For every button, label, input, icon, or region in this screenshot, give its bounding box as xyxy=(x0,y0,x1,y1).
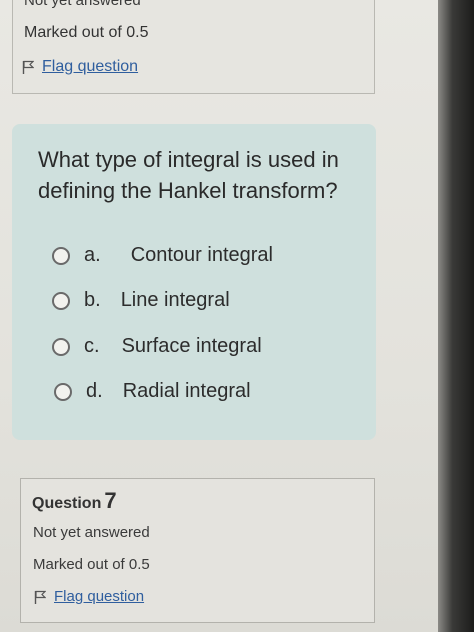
previous-question-marks: Marked out of 0.5 xyxy=(24,24,149,41)
option-text: Surface integral xyxy=(121,335,262,357)
radio-button-icon[interactable] xyxy=(54,382,72,401)
flag-question-label[interactable]: Flag question xyxy=(54,588,144,605)
option-letter: c. xyxy=(84,335,100,357)
flag-icon xyxy=(34,590,46,604)
option-letter: d. xyxy=(86,380,103,402)
next-flag-question-link[interactable]: Flag question xyxy=(34,588,144,605)
question-label: Question xyxy=(32,495,102,512)
question-number-value: 7 xyxy=(104,488,117,513)
option-a[interactable]: a. Contour integral xyxy=(52,244,273,267)
option-letter: a. xyxy=(84,244,101,266)
radio-button-icon[interactable] xyxy=(52,291,70,310)
radio-button-icon[interactable] xyxy=(52,337,70,356)
question-number: Question 7 xyxy=(32,488,117,514)
option-d[interactable]: d. Radial integral xyxy=(54,380,251,403)
flag-icon xyxy=(22,60,34,74)
option-text: Line integral xyxy=(120,289,230,311)
option-b[interactable]: b. Line integral xyxy=(52,289,230,312)
previous-question-status: Not yet answered xyxy=(24,0,141,9)
question-text: What type of integral is used in definin… xyxy=(38,147,339,203)
option-letter: b. xyxy=(84,289,101,311)
option-text: Contour integral xyxy=(130,244,273,266)
option-text: Radial integral xyxy=(122,380,251,402)
previous-flag-question-link[interactable]: Flag question xyxy=(22,58,138,76)
flag-question-label[interactable]: Flag question xyxy=(42,58,138,76)
previous-question-card xyxy=(12,0,375,94)
screen-edge xyxy=(438,0,474,632)
radio-button-icon[interactable] xyxy=(52,246,70,265)
option-c[interactable]: c. Surface integral xyxy=(52,335,262,358)
next-question-status: Not yet answered xyxy=(33,524,150,541)
next-question-marks: Marked out of 0.5 xyxy=(33,556,150,573)
